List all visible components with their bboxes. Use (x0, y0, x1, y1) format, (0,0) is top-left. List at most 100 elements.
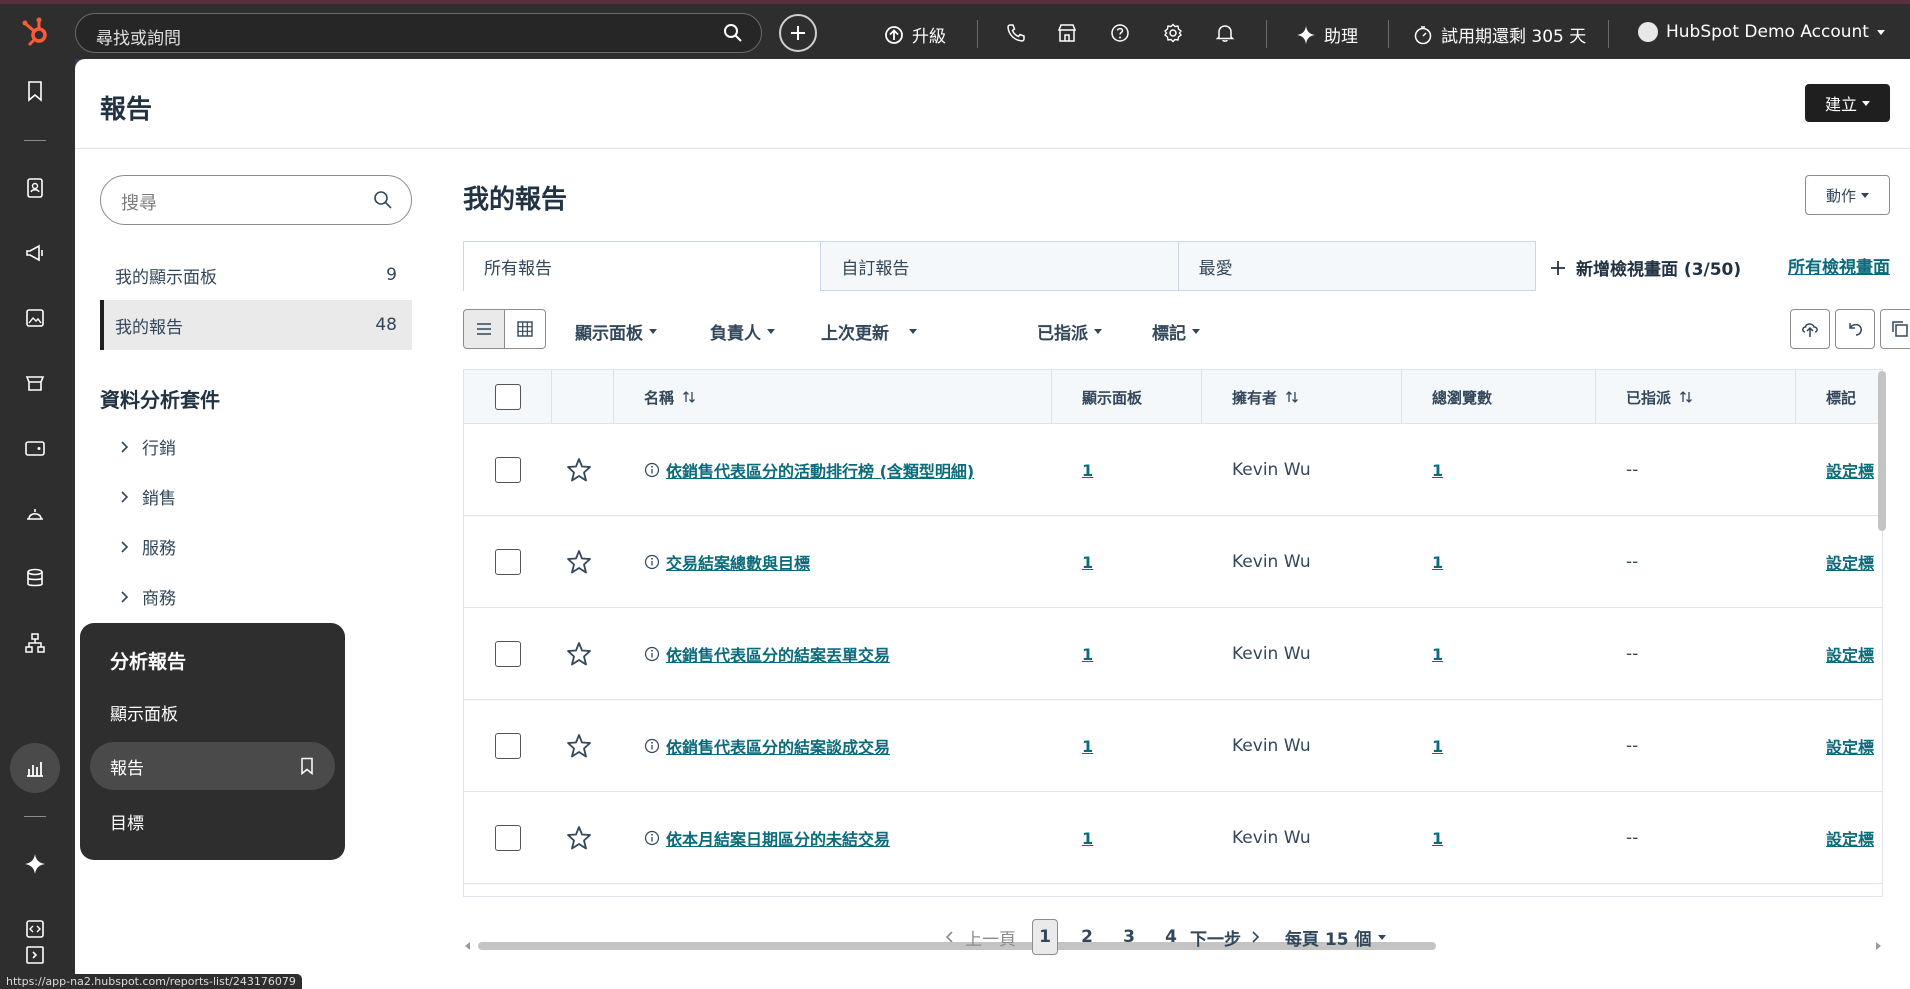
phone-icon[interactable] (1006, 23, 1026, 43)
bookmark-icon[interactable] (299, 757, 315, 775)
flyout-item-goals[interactable]: 目標 (90, 797, 335, 845)
suite-item-sales[interactable]: 銷售 (120, 484, 176, 509)
suite-item-service[interactable]: 服務 (120, 534, 176, 559)
views-count-link[interactable]: 1 (1432, 829, 1443, 848)
select-all-checkbox[interactable] (495, 384, 521, 410)
row-checkbox[interactable] (495, 549, 521, 575)
set-tags-link[interactable]: 設定標 (1826, 642, 1874, 666)
page-1-button[interactable]: 1 (1032, 919, 1058, 955)
row-checkbox[interactable] (495, 641, 521, 667)
column-header-assigned[interactable]: 已指派 (1596, 370, 1796, 424)
filter-dashboard[interactable]: 顯示面板 (575, 319, 657, 344)
star-icon[interactable] (565, 732, 593, 760)
contacts-icon[interactable] (24, 177, 46, 199)
content-icon[interactable] (24, 307, 46, 329)
page-2-button[interactable]: 2 (1074, 919, 1100, 955)
all-views-link[interactable]: 所有檢視畫面 (1788, 253, 1890, 278)
star-icon[interactable] (565, 640, 593, 668)
settings-gear-icon[interactable] (1163, 23, 1183, 43)
previous-page-button[interactable]: 上一頁 (945, 925, 1016, 950)
views-count-link[interactable]: 1 (1432, 553, 1443, 572)
info-icon[interactable] (644, 830, 660, 846)
star-icon[interactable] (565, 456, 593, 484)
undo-button[interactable] (1835, 309, 1875, 349)
tab-custom-reports[interactable]: 自訂報告 (821, 241, 1179, 291)
set-tags-link[interactable]: 設定標 (1826, 550, 1874, 574)
filter-assigned[interactable]: 已指派 (1037, 319, 1102, 344)
help-icon[interactable] (1110, 23, 1130, 43)
sidebar-item-my-dashboards[interactable]: 我的顯示面板 9 (100, 250, 412, 300)
dashboard-count-link[interactable]: 1 (1082, 829, 1093, 848)
export-button[interactable] (1790, 309, 1830, 349)
add-view-button[interactable]: 新增檢視畫面 (3/50) (1550, 255, 1741, 280)
views-count-link[interactable]: 1 (1432, 645, 1443, 664)
flyout-item-reports[interactable]: 報告 (90, 742, 335, 790)
trial-countdown-button[interactable]: 試用期還剩 305 天 (1413, 22, 1586, 47)
column-header-owner[interactable]: 擁有者 (1202, 370, 1402, 424)
tab-all-reports[interactable]: 所有報告 (463, 241, 822, 291)
reporting-bar-chart-icon[interactable] (24, 757, 46, 779)
grid-view-toggle[interactable] (504, 309, 546, 349)
report-name-link[interactable]: 依銷售代表區分的活動排行榜 (含類型明細) (666, 458, 974, 482)
ai-sparkle-icon[interactable] (24, 853, 46, 875)
filter-owner[interactable]: 負責人 (710, 319, 775, 344)
page-4-button[interactable]: 4 (1158, 919, 1184, 955)
sales-icon[interactable] (24, 372, 46, 394)
vertical-scrollbar[interactable] (1878, 371, 1886, 531)
search-icon[interactable] (373, 190, 393, 210)
report-name-link[interactable]: 交易結案總數與目標 (666, 550, 810, 574)
clone-button[interactable] (1880, 309, 1910, 349)
expand-sidebar-icon[interactable] (24, 944, 46, 966)
global-search-input[interactable]: 尋找或詢問 (75, 13, 762, 53)
data-management-database-icon[interactable] (24, 567, 46, 589)
row-checkbox[interactable] (495, 733, 521, 759)
developer-code-icon[interactable] (24, 918, 46, 940)
filter-last-updated[interactable]: 上次更新 (821, 319, 917, 344)
notifications-bell-icon[interactable] (1215, 23, 1235, 43)
star-icon[interactable] (565, 548, 593, 576)
marketing-megaphone-icon[interactable] (24, 242, 46, 264)
flyout-item-dashboards[interactable]: 顯示面板 (90, 688, 335, 736)
set-tags-link[interactable]: 設定標 (1826, 734, 1874, 758)
dashboard-count-link[interactable]: 1 (1082, 461, 1093, 480)
create-button[interactable]: 建立 (1805, 84, 1890, 122)
column-header-name[interactable]: 名稱 (614, 370, 1052, 424)
create-new-button[interactable] (779, 14, 817, 52)
sort-icon[interactable] (1679, 390, 1693, 404)
search-icon[interactable] (723, 23, 743, 43)
set-tags-link[interactable]: 設定標 (1826, 458, 1874, 482)
dashboard-count-link[interactable]: 1 (1082, 645, 1093, 664)
next-page-button[interactable]: 下一步 (1190, 925, 1261, 950)
sidebar-item-my-reports[interactable]: 我的報告 48 (100, 300, 412, 350)
dashboard-count-link[interactable]: 1 (1082, 737, 1093, 756)
report-name-link[interactable]: 依銷售代表區分的結案丟單交易 (666, 642, 890, 666)
automation-workflow-icon[interactable] (24, 632, 46, 654)
row-checkbox[interactable] (495, 825, 521, 851)
actions-button[interactable]: 動作 (1805, 175, 1890, 215)
commerce-wallet-icon[interactable] (24, 437, 46, 459)
info-icon[interactable] (644, 462, 660, 478)
info-icon[interactable] (644, 554, 660, 570)
sidebar-search-input[interactable]: 搜尋 (100, 175, 412, 225)
suite-item-commerce[interactable]: 商務 (120, 584, 176, 609)
star-icon[interactable] (565, 824, 593, 852)
suite-item-marketing[interactable]: 行銷 (120, 434, 176, 459)
set-tags-link[interactable]: 設定標 (1826, 826, 1874, 850)
account-menu-button[interactable]: HubSpot Demo Account (1638, 22, 1885, 42)
page-3-button[interactable]: 3 (1116, 919, 1142, 955)
dashboard-count-link[interactable]: 1 (1082, 553, 1093, 572)
marketplace-icon[interactable] (1057, 23, 1077, 43)
hubspot-logo-icon[interactable] (18, 14, 54, 50)
bookmark-icon[interactable] (24, 80, 46, 102)
sort-icon[interactable] (1285, 390, 1299, 404)
info-icon[interactable] (644, 646, 660, 662)
tab-favorites[interactable]: 最愛 (1178, 241, 1536, 291)
list-view-toggle[interactable] (463, 309, 505, 349)
info-icon[interactable] (644, 738, 660, 754)
filter-tags[interactable]: 標記 (1152, 319, 1200, 344)
assistant-button[interactable]: 助理 (1296, 22, 1358, 47)
sort-icon[interactable] (682, 390, 696, 404)
service-bell-icon[interactable] (24, 502, 46, 524)
views-count-link[interactable]: 1 (1432, 461, 1443, 480)
report-name-link[interactable]: 依本月結案日期區分的未結交易 (666, 826, 890, 850)
